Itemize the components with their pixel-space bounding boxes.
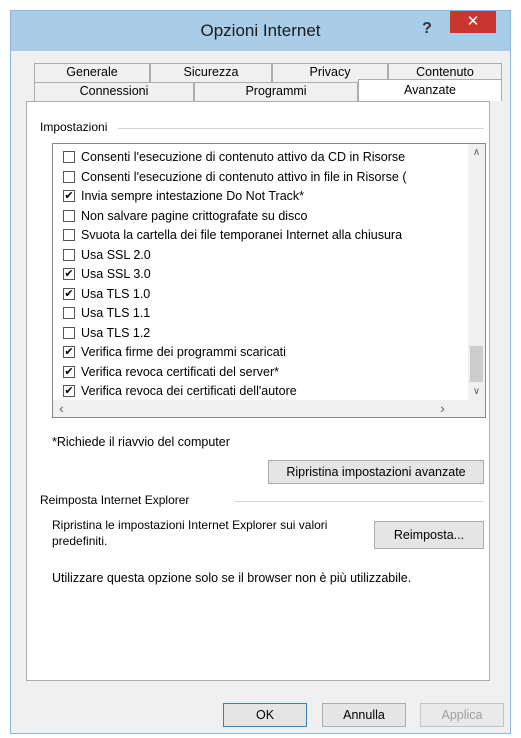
scroll-right-arrow-icon[interactable]: › bbox=[434, 400, 451, 417]
setting-item[interactable]: Usa TLS 1.2 bbox=[63, 324, 151, 342]
check-icon: ✔ bbox=[64, 385, 74, 397]
checkbox-unchecked[interactable] bbox=[63, 307, 75, 319]
reset-button[interactable]: Reimposta... bbox=[374, 521, 484, 549]
check-icon: ✔ bbox=[64, 346, 74, 358]
tab-sicurezza[interactable]: Sicurezza bbox=[150, 63, 272, 82]
restart-note: *Richiede il riavvio del computer bbox=[52, 435, 230, 449]
tab-connessioni[interactable]: Connessioni bbox=[34, 82, 194, 101]
reset-group-label: Reimposta Internet Explorer bbox=[40, 493, 194, 507]
setting-item[interactable]: ✔ Usa SSL 3.0 bbox=[63, 265, 151, 283]
setting-item-label: Svuota la cartella dei file temporanei I… bbox=[81, 228, 403, 242]
setting-item[interactable]: ✔ Verifica firme dei programmi scaricati bbox=[63, 343, 286, 361]
setting-item[interactable]: ✔ Verifica revoca dei certificati dell'au… bbox=[63, 382, 297, 400]
check-icon: ✔ bbox=[64, 190, 74, 202]
setting-item-label: Usa SSL 3.0 bbox=[81, 267, 151, 281]
checkbox-checked[interactable]: ✔ bbox=[63, 346, 75, 358]
vertical-scrollbar[interactable]: ∧ ∨ bbox=[468, 144, 485, 400]
settings-group-label: Impostazioni bbox=[40, 120, 112, 134]
setting-item-label: Consenti l'esecuzione di contenuto attiv… bbox=[81, 150, 406, 164]
setting-item[interactable]: Consenti l'esecuzione di contenuto attiv… bbox=[63, 168, 407, 186]
setting-item[interactable]: Usa SSL 2.0 bbox=[63, 246, 151, 264]
setting-item-label: Usa SSL 2.0 bbox=[81, 247, 151, 262]
apply-button[interactable]: Applica bbox=[420, 703, 504, 727]
check-icon: ✔ bbox=[64, 365, 74, 378]
checkbox-unchecked[interactable] bbox=[63, 229, 75, 241]
cancel-button[interactable]: Annulla bbox=[322, 703, 406, 727]
setting-item[interactable]: ✔ Usa TLS 1.0 bbox=[63, 285, 151, 303]
setting-item-label: Invia sempre intestazione Do Not Track* bbox=[81, 189, 305, 203]
setting-item-label: Usa TLS 1.0 bbox=[81, 286, 151, 301]
tab-programmi[interactable]: Programmi bbox=[194, 82, 358, 101]
reset-group-divider bbox=[235, 501, 484, 502]
setting-item-label: Consenti l'esecuzione di contenuto attiv… bbox=[81, 169, 407, 184]
scroll-down-arrow-icon[interactable]: ∨ bbox=[468, 383, 485, 400]
reset-description-line2: predefiniti. bbox=[52, 534, 108, 548]
restore-advanced-settings-button[interactable]: Ripristina impostazioni avanzate bbox=[268, 460, 484, 484]
tab-avanzate[interactable]: Avanzate bbox=[358, 79, 502, 101]
checkbox-unchecked[interactable] bbox=[63, 209, 75, 222]
checkbox-checked[interactable]: ✔ bbox=[63, 385, 75, 397]
tab-row-bottom: Connessioni Programmi Avanzate bbox=[34, 79, 502, 101]
scroll-left-arrow-icon[interactable]: ‹ bbox=[53, 400, 70, 417]
setting-item[interactable]: Svuota la cartella dei file temporanei I… bbox=[63, 226, 403, 244]
setting-item-label: Verifica firme dei programmi scaricati bbox=[81, 345, 286, 359]
tab-generale[interactable]: Generale bbox=[34, 63, 150, 82]
setting-item-label: Usa TLS 1.2 bbox=[81, 325, 151, 340]
checkbox-unchecked[interactable] bbox=[63, 151, 75, 163]
setting-item[interactable]: Non salvare pagine crittografate su disc… bbox=[63, 207, 308, 225]
checkbox-checked[interactable]: ✔ bbox=[63, 190, 75, 202]
help-button[interactable]: ? bbox=[416, 19, 438, 41]
reset-warning-note: Utilizzare questa opzione solo se il bro… bbox=[52, 571, 412, 585]
setting-item-label: Usa TLS 1.1 bbox=[81, 306, 151, 320]
reset-description-line1: Ripristina le impostazioni Internet Expl… bbox=[52, 518, 328, 532]
checkbox-unchecked[interactable] bbox=[63, 170, 75, 183]
close-icon: ✕ bbox=[466, 13, 480, 30]
scroll-up-arrow-icon[interactable]: ∧ bbox=[468, 144, 485, 161]
ok-button[interactable]: OK bbox=[223, 703, 307, 727]
setting-item[interactable]: ✔ Verifica revoca certificati del server* bbox=[63, 363, 279, 381]
check-icon: ✔ bbox=[64, 268, 74, 280]
check-icon: ✔ bbox=[64, 287, 74, 300]
checkbox-unchecked[interactable] bbox=[63, 248, 75, 261]
setting-item[interactable]: ✔ Invia sempre intestazione Do Not Track* bbox=[63, 187, 305, 205]
vertical-scroll-thumb[interactable] bbox=[470, 346, 483, 382]
horizontal-scrollbar[interactable]: ‹ › bbox=[53, 400, 485, 417]
setting-item-label: Verifica revoca dei certificati dell'aut… bbox=[81, 384, 297, 398]
settings-listbox[interactable]: Consenti l'esecuzione di contenuto attiv… bbox=[52, 143, 486, 418]
checkbox-checked[interactable]: ✔ bbox=[63, 287, 75, 300]
setting-item-label: Non salvare pagine crittografate su disc… bbox=[81, 208, 308, 223]
setting-item[interactable]: Consenti l'esecuzione di contenuto attiv… bbox=[63, 148, 406, 166]
setting-item-label: Verifica revoca certificati del server* bbox=[81, 364, 279, 379]
close-button[interactable]: ✕ bbox=[450, 11, 496, 33]
title-bar: Opzioni Internet ? ✕ bbox=[11, 11, 510, 51]
checkbox-checked[interactable]: ✔ bbox=[63, 268, 75, 280]
settings-group-divider bbox=[118, 128, 484, 129]
setting-item[interactable]: Usa TLS 1.1 bbox=[63, 304, 151, 322]
checkbox-unchecked[interactable] bbox=[63, 326, 75, 339]
checkbox-checked[interactable]: ✔ bbox=[63, 365, 75, 378]
